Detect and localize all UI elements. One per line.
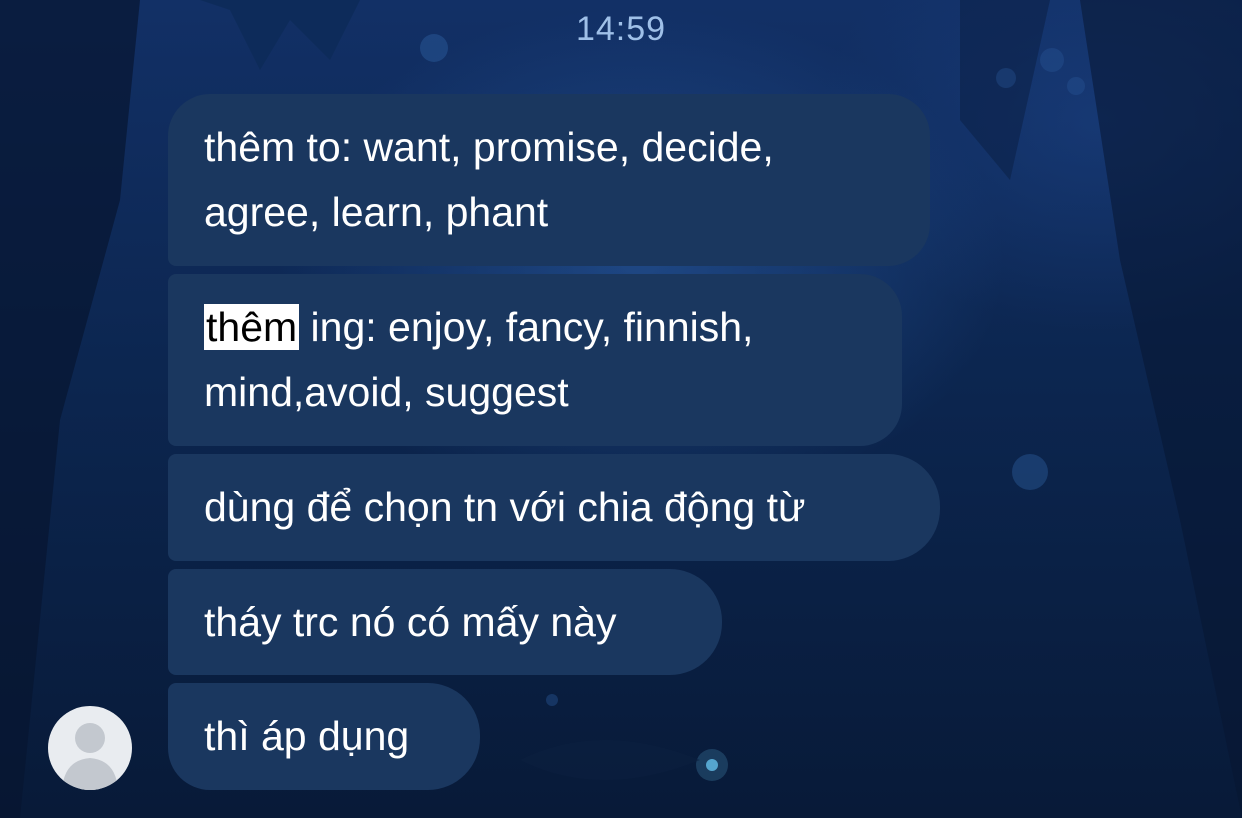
- message-text-line: mind,avoid, suggest: [204, 369, 569, 415]
- message-text-fragment: ing: enjoy, fancy, finnish,: [299, 304, 754, 350]
- message-text: tháy trc nó có mấy này: [204, 599, 617, 645]
- message-text: dùng để chọn tn với chia động từ: [204, 484, 806, 530]
- message-bubble[interactable]: tháy trc nó có mấy này: [168, 569, 722, 675]
- message-bubble[interactable]: thêm ing: enjoy, fancy, finnish, mind,av…: [168, 274, 902, 446]
- message-text-line: thêm to: want, promise, decide,: [204, 124, 774, 170]
- message-text: thì áp dụng: [204, 713, 410, 759]
- message-bubble[interactable]: dùng để chọn tn với chia động từ: [168, 454, 940, 561]
- selected-text-highlight[interactable]: thêm: [204, 304, 300, 350]
- message-timestamp: 14:59: [575, 10, 667, 48]
- message-text-line: thêm ing: enjoy, fancy, finnish,: [204, 295, 866, 360]
- sender-avatar[interactable]: [48, 706, 132, 790]
- default-person-avatar-icon: [62, 723, 118, 790]
- message-bubble[interactable]: thì áp dụng: [168, 683, 480, 790]
- message-text-line: agree, learn, phant: [204, 189, 549, 235]
- message-bubble[interactable]: thêm to: want, promise, decide, agree, l…: [168, 94, 930, 266]
